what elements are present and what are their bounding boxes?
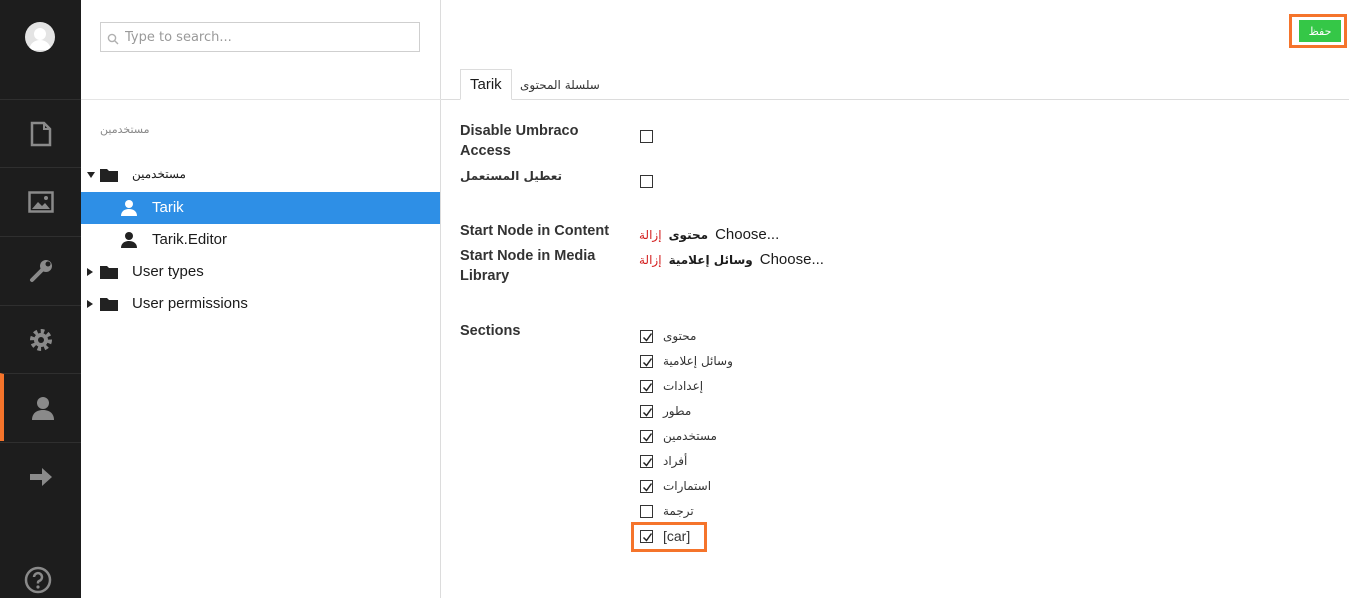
help-icon[interactable] [24, 566, 52, 594]
section-option-developer[interactable]: مطور [640, 401, 691, 421]
sections-label: Sections [460, 323, 521, 339]
start-media-label: Start Node in Media Library [460, 248, 596, 284]
save-button[interactable]: حفظ [1299, 20, 1341, 42]
section-option-forms[interactable]: استمارات [640, 476, 711, 496]
section-label: ترجمة [663, 504, 694, 518]
disable-user-label: تعطيل المستعمل [460, 169, 563, 183]
section-checkbox[interactable] [640, 354, 653, 368]
user-icon [120, 231, 138, 249]
media-node-name: وسائل إعلامية [668, 252, 753, 267]
gear-icon [28, 327, 54, 353]
tree-item-user-permissions[interactable]: User permissions [81, 288, 440, 320]
section-option-media[interactable]: وسائل إعلامية [640, 351, 733, 371]
caret-down-icon[interactable] [86, 170, 96, 180]
choose-media-link[interactable]: Choose... [760, 251, 824, 268]
media-section-button[interactable] [0, 167, 81, 235]
app-window: مستخدمين مستخدمين Tarik Tarik.Editor [0, 0, 1349, 598]
disable-access-label: Disable Umbraco Access [460, 123, 579, 159]
section-option-settings[interactable]: إعدادات [640, 376, 703, 396]
section-option-content[interactable]: محتوى [640, 326, 696, 346]
tree-item-tarik-editor[interactable]: Tarik.Editor [81, 224, 440, 256]
section-option-users[interactable]: مستخدمين [640, 426, 717, 446]
section-checkbox[interactable] [640, 529, 653, 543]
section-label: مطور [663, 404, 692, 418]
user-icon [120, 199, 138, 217]
divider [81, 99, 441, 100]
disable-user-checkbox[interactable] [640, 175, 653, 188]
users-section-button[interactable] [0, 373, 81, 441]
caret-right-icon[interactable] [85, 299, 95, 309]
section-label: إعدادات [663, 379, 704, 393]
section-label: [car] [663, 528, 691, 544]
tab-tarik[interactable]: Tarik [460, 69, 512, 100]
tab-content-chain[interactable]: سلسلة المحتوى [511, 69, 609, 100]
tree-root-label: مستخدمين [100, 123, 150, 136]
search-box[interactable] [100, 22, 420, 52]
tree-item-label: Tarik.Editor [152, 231, 228, 248]
tree-item-label: User permissions [132, 295, 248, 312]
section-rail [0, 0, 81, 598]
editor-panel: حفظ Tarik سلسلة المحتوى Disable Umbraco … [441, 0, 1349, 598]
section-checkbox[interactable] [640, 429, 653, 443]
section-checkbox[interactable] [640, 479, 653, 493]
remove-media-link[interactable]: إزالة [639, 253, 662, 267]
developer-section-button[interactable] [0, 305, 81, 373]
section-option-members[interactable]: أفراد [640, 451, 687, 471]
section-checkbox[interactable] [640, 504, 653, 518]
section-option-translation[interactable]: ترجمة [640, 501, 694, 521]
choose-content-link[interactable]: Choose... [715, 226, 779, 243]
section-label: وسائل إعلامية [663, 354, 733, 368]
start-content-label: Start Node in Content [460, 223, 610, 239]
arrow-right-icon [28, 466, 54, 488]
section-label: محتوى [663, 329, 697, 343]
tree-item-label: مستخدمين [132, 167, 186, 181]
section-option-car[interactable]: [car] [640, 526, 690, 546]
section-label: مستخدمين [663, 429, 717, 443]
section-checkbox[interactable] [640, 329, 653, 343]
folder-icon [100, 297, 118, 311]
image-icon [27, 190, 54, 213]
content-section-button[interactable] [0, 99, 81, 167]
section-label: استمارات [663, 479, 712, 493]
search-input[interactable] [125, 27, 415, 47]
section-checkbox[interactable] [640, 454, 653, 468]
settings-section-button[interactable] [0, 236, 81, 304]
disable-access-checkbox[interactable] [640, 130, 653, 143]
wrench-icon [28, 258, 54, 284]
tree-item-tarik[interactable]: Tarik [81, 192, 440, 224]
members-section-button[interactable] [0, 442, 81, 510]
content-node-name: محتوى [668, 227, 709, 242]
user-icon [30, 395, 56, 421]
folder-icon [100, 265, 118, 279]
tree-panel: مستخدمين مستخدمين Tarik Tarik.Editor [81, 0, 441, 598]
tree-item-users-folder[interactable]: مستخدمين [81, 159, 440, 191]
section-label: أفراد [663, 454, 688, 468]
folder-icon [100, 168, 118, 182]
tree-item-label: User types [132, 263, 204, 280]
start-media-picker: إزالة وسائل إعلامية Choose... [639, 251, 824, 268]
save-highlight-frame: حفظ [1289, 14, 1347, 48]
section-checkbox[interactable] [640, 379, 653, 393]
start-content-picker: إزالة محتوى Choose... [639, 226, 779, 243]
document-icon [30, 121, 52, 147]
tree-item-label: Tarik [152, 199, 184, 216]
remove-content-link[interactable]: إزالة [639, 228, 662, 242]
caret-right-icon[interactable] [85, 267, 95, 277]
section-checkbox[interactable] [640, 404, 653, 418]
avatar-icon[interactable] [25, 22, 55, 52]
tree-item-user-types[interactable]: User types [81, 256, 440, 288]
